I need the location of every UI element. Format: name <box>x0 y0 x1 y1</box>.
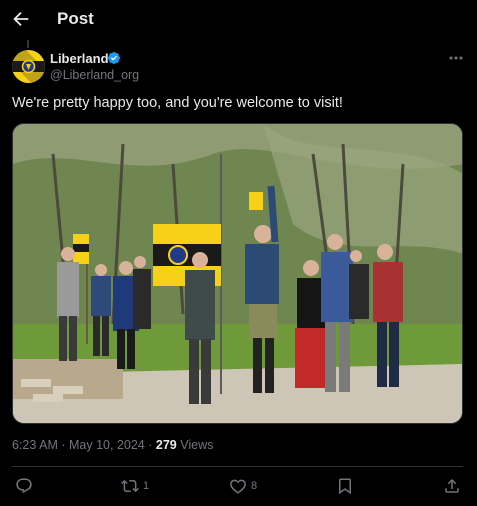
meta-separator: · <box>61 438 66 452</box>
reply-icon <box>16 478 32 494</box>
verified-badge-icon <box>108 52 120 64</box>
post-date[interactable]: May 10, 2024 <box>69 438 145 452</box>
thread-connector-line <box>27 40 29 48</box>
back-arrow-icon[interactable] <box>10 8 32 30</box>
retweet-button[interactable]: 1 <box>121 476 149 496</box>
page-title: Post <box>57 9 94 28</box>
post-time[interactable]: 6:23 AM <box>12 438 58 452</box>
share-button[interactable] <box>443 476 461 496</box>
heart-icon <box>230 479 246 494</box>
divider <box>12 466 463 467</box>
post-photo[interactable] <box>12 123 463 424</box>
top-bar: Post <box>0 0 477 40</box>
share-icon <box>445 478 459 493</box>
views-count: 279 <box>155 438 177 452</box>
liberland-flag-avatar <box>12 50 45 83</box>
like-button[interactable]: 8 <box>229 476 257 496</box>
bookmark-button[interactable] <box>336 476 354 496</box>
retweet-icon <box>121 479 139 493</box>
post-metadata: 6:23 AM · May 10, 2024 · 279 Views <box>12 438 213 452</box>
reply-button[interactable] <box>15 476 33 496</box>
views-label: Views <box>180 438 214 452</box>
author-handle[interactable]: @Liberland_org <box>50 68 139 82</box>
retweet-count: 1 <box>143 480 150 492</box>
like-count: 8 <box>251 480 258 492</box>
post-text: We're pretty happy too, and you're welco… <box>12 95 343 111</box>
more-options-icon[interactable] <box>447 51 465 65</box>
group-photo-illustration <box>13 124 462 423</box>
author-avatar[interactable] <box>12 50 45 83</box>
author-name[interactable]: Liberland <box>50 51 109 66</box>
bookmark-icon <box>339 478 351 495</box>
meta-separator: · <box>148 438 153 452</box>
